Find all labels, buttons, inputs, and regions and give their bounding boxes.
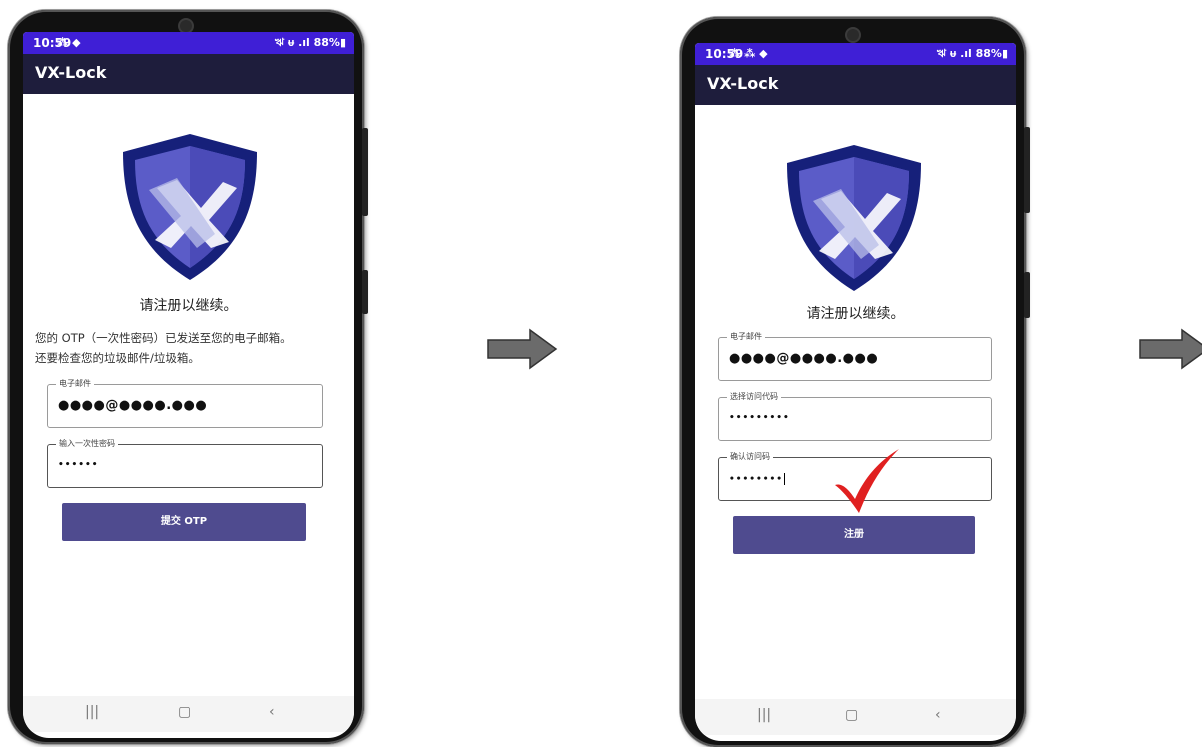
confirm-value: •••••••• [729,474,784,485]
back-button[interactable]: ‹ [935,707,941,723]
red-checkmark-icon [835,449,899,513]
system-nav-bar: ||| ▢ ‹ [695,699,1016,735]
right-arrow-icon [487,328,558,370]
notification-icons: ⁂ ◆ [57,36,81,49]
power-button [362,270,368,314]
access-code-input[interactable]: 选择访问代码 ••••••••• [718,391,992,441]
email-field[interactable]: 电子邮件 ●●●●@●●●●.●●● [47,378,323,428]
system-nav-bar: ||| ▢ ‹ [23,696,354,732]
email-field[interactable]: 电子邮件 ●●●●@●●●●.●●● [718,331,992,381]
access-code-value: ••••••••• [729,413,790,423]
app-bar: VX-Lock [695,65,1016,105]
right-arrow-icon [1139,328,1202,370]
confirm-label: 确认访问码 [727,451,773,463]
front-camera [845,27,861,43]
status-bar: 10:59 ⁂ ⁂ ◆ ঋ ᵾ .ıl 88%▮ [695,43,1016,65]
recents-button[interactable]: ||| [757,707,771,723]
otp-label: 输入一次性密码 [56,438,118,450]
power-button [1024,272,1030,318]
confirm-value-wrap: •••••••• [729,473,786,485]
access-code-label: 选择访问代码 [727,391,781,403]
phone-frame-1: 10:59 ⁂ ◆ ঋ ᵾ .ıl 88%▮ VX-Lock 请注册以继续。 您… [8,10,368,744]
otp-value: •••••• [58,460,99,470]
home-button[interactable]: ▢ [845,707,858,723]
email-label: 电子邮件 [727,331,765,343]
phone-screen-2: 10:59 ⁂ ⁂ ◆ ঋ ᵾ .ıl 88%▮ VX-Lock 请注册以继续。… [695,43,1016,741]
shield-vx-logo-icon [787,145,921,291]
text-caret [784,473,786,485]
email-label: 电子邮件 [56,378,94,390]
recents-button[interactable]: ||| [85,704,99,720]
notification-icons: ⁂ ⁂ ◆ [729,47,768,60]
otp-input[interactable]: 输入一次性密码 •••••• [47,438,323,488]
register-button[interactable]: 注册 [733,516,975,554]
page-heading: 请注册以继续。 [806,306,905,322]
home-button[interactable]: ▢ [178,704,191,720]
status-bar: 10:59 ⁂ ◆ ঋ ᵾ .ıl 88%▮ [23,32,354,54]
submit-otp-button[interactable]: 提交 OTP [62,503,306,541]
app-title: VX-Lock [707,74,779,93]
phone-screen-1: 10:59 ⁂ ◆ ঋ ᵾ .ıl 88%▮ VX-Lock 请注册以继续。 您… [23,32,354,738]
status-right-icons: ঋ ᵾ .ıl 88%▮ [936,47,1008,60]
app-title: VX-Lock [35,63,107,82]
volume-button [1024,127,1030,213]
status-right-icons: ঋ ᵾ .ıl 88%▮ [274,36,346,49]
back-button[interactable]: ‹ [269,704,275,720]
page-heading: 请注册以继续。 [139,298,238,314]
email-value: ●●●●@●●●●.●●● [729,351,879,366]
app-bar: VX-Lock [23,54,354,94]
description-line: 您的 OTP（一次性密码）已发送至您的电子邮箱。 [35,331,292,345]
email-value: ●●●●@●●●●.●●● [58,398,208,413]
otp-description: 您的 OTP（一次性密码）已发送至您的电子邮箱。 还要检查您的垃圾邮件/垃圾箱。 [35,328,342,368]
phone-frame-2: 10:59 ⁂ ⁂ ◆ ঋ ᵾ .ıl 88%▮ VX-Lock 请注册以继续。… [680,17,1030,747]
volume-button [362,128,368,216]
description-line: 还要检查您的垃圾邮件/垃圾箱。 [35,351,200,365]
shield-vx-logo-icon [123,134,257,280]
